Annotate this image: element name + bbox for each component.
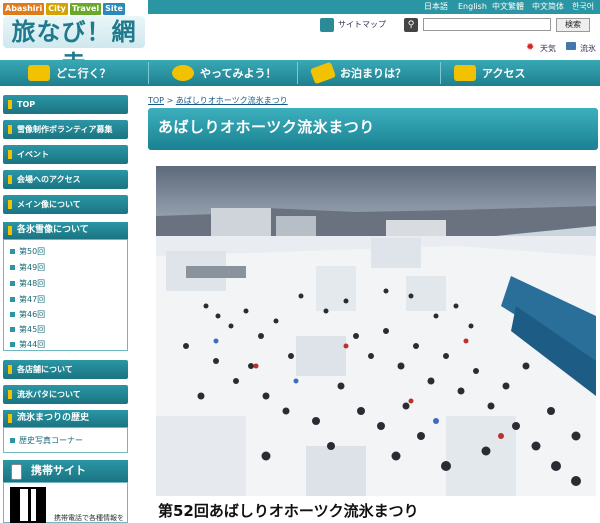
sidebar-item-top[interactable]: TOP <box>3 95 128 114</box>
bullet-icon <box>10 327 15 332</box>
sidebar-categories-list: 第50回 第49回 第48回 第47回 第46回 第45回 第44回 <box>3 239 128 351</box>
sidebar-history-header[interactable]: 流氷まつりの歴史 <box>3 410 128 427</box>
camera-icon <box>28 65 50 81</box>
nav-label: どこ行く？ <box>56 67 111 80</box>
nav-lets-try[interactable]: やってみよう！ <box>172 60 276 86</box>
category-label: 第50回 <box>19 247 46 256</box>
search-button[interactable]: 検索 <box>556 18 590 32</box>
category-item-45[interactable]: 第45回 <box>10 324 45 335</box>
category-label: 第46回 <box>19 310 46 319</box>
category-item-50[interactable]: 第50回 <box>10 246 45 257</box>
logo-ribbon-site: Site <box>103 3 125 15</box>
car-icon <box>454 65 476 81</box>
qr-code <box>10 487 46 523</box>
nav-divider <box>440 62 441 84</box>
category-item-46[interactable]: 第46回 <box>10 309 45 320</box>
category-label: 第49回 <box>19 263 46 272</box>
sitemap-link[interactable]: サイトマップ <box>338 19 386 30</box>
history-photo-link[interactable]: 歴史写真コーナー <box>10 435 83 446</box>
nav-where-to-go[interactable]: どこ行く？ <box>28 60 111 86</box>
category-label: 第45回 <box>19 325 46 334</box>
nav-divider <box>148 62 149 84</box>
category-label: 第44回 <box>19 340 46 349</box>
lang-simplified-chinese[interactable]: 中文简体 <box>532 1 564 13</box>
breadcrumb-current: あばしりオホーツク流氷まつり <box>175 96 288 105</box>
mobile-site-text: 携帯電話で各種情報を <box>54 514 124 522</box>
logo-title: 旅なび！網走 <box>3 16 145 78</box>
nav-label: アクセス <box>482 67 526 80</box>
site-logo[interactable]: Abashiri City Travel Site 旅なび！網走 <box>0 0 150 78</box>
mobile-phone-icon <box>11 464 22 480</box>
sidebar-item-shops[interactable]: 各店舗について <box>3 360 128 379</box>
drift-ice-link[interactable]: 流氷 <box>580 43 596 54</box>
sun-icon: ✹ <box>526 42 535 53</box>
search-icon: ⚲ <box>404 18 418 32</box>
sidebar-history-box: 歴史写真コーナー <box>3 427 128 453</box>
category-item-44[interactable]: 第44回 <box>10 339 45 350</box>
lang-traditional-chinese[interactable]: 中文繁體 <box>492 1 524 13</box>
bullet-icon <box>10 342 15 347</box>
history-link-label: 歴史写真コーナー <box>19 436 83 445</box>
page-title: あばしりオホーツク流氷まつり <box>158 118 375 136</box>
bullet-icon <box>10 312 15 317</box>
category-item-47[interactable]: 第47回 <box>10 294 45 305</box>
breadcrumb: TOP > あばしりオホーツク流氷まつり <box>148 95 288 106</box>
category-label: 第48回 <box>19 279 46 288</box>
person-icon <box>172 65 194 81</box>
nav-stay[interactable]: お泊まりは？ <box>309 60 406 86</box>
bullet-icon <box>10 438 15 443</box>
sidebar-item-ice-slide[interactable]: 流氷パタについて <box>3 385 128 404</box>
festival-photo-illustration <box>156 166 596 496</box>
sitemap-icon[interactable] <box>320 18 334 32</box>
sidebar-categories-header[interactable]: 各氷雪像について <box>3 222 128 239</box>
search-input[interactable] <box>423 18 551 31</box>
bullet-icon <box>10 297 15 302</box>
logo-ribbon-travel: Travel <box>69 3 102 15</box>
weather-link[interactable]: 天気 <box>540 43 556 54</box>
bullet-icon <box>10 281 15 286</box>
lang-english[interactable]: English <box>458 1 487 13</box>
nav-label: お泊まりは？ <box>340 67 406 80</box>
sidebar-item-events[interactable]: イベント <box>3 145 128 164</box>
logo-ribbon-abashiri: Abashiri <box>3 3 45 15</box>
festival-photo <box>156 166 596 496</box>
nav-divider <box>297 62 298 84</box>
bullet-icon <box>10 249 15 254</box>
photo-caption: 第52回あばしりオホーツク流氷まつり <box>158 502 419 520</box>
sidebar-item-volunteer[interactable]: 雪像制作ボランティア募集 <box>3 120 128 139</box>
category-label: 第47回 <box>19 295 46 304</box>
category-item-48[interactable]: 第48回 <box>10 278 45 289</box>
nav-access[interactable]: アクセス <box>454 60 525 86</box>
nav-label: やってみよう！ <box>200 67 277 80</box>
logo-ribbon: Abashiri City Travel Site <box>3 3 125 15</box>
key-icon <box>309 61 337 85</box>
logo-ribbon-city: City <box>46 3 68 15</box>
breadcrumb-top-link[interactable]: TOP <box>148 96 164 105</box>
language-bar: 日本語 English 中文繁體 中文简体 한국어 <box>148 0 600 14</box>
sidebar-item-main-statue[interactable]: メイン像について <box>3 195 128 214</box>
category-item-49[interactable]: 第49回 <box>10 262 45 273</box>
bullet-icon <box>10 265 15 270</box>
sidebar-item-venue-access[interactable]: 会場へのアクセス <box>3 170 128 189</box>
lang-japanese[interactable]: 日本語 <box>424 1 448 13</box>
drift-ice-icon <box>566 42 576 50</box>
lang-korean[interactable]: 한국어 <box>572 1 594 13</box>
breadcrumb-separator: > <box>166 96 174 105</box>
